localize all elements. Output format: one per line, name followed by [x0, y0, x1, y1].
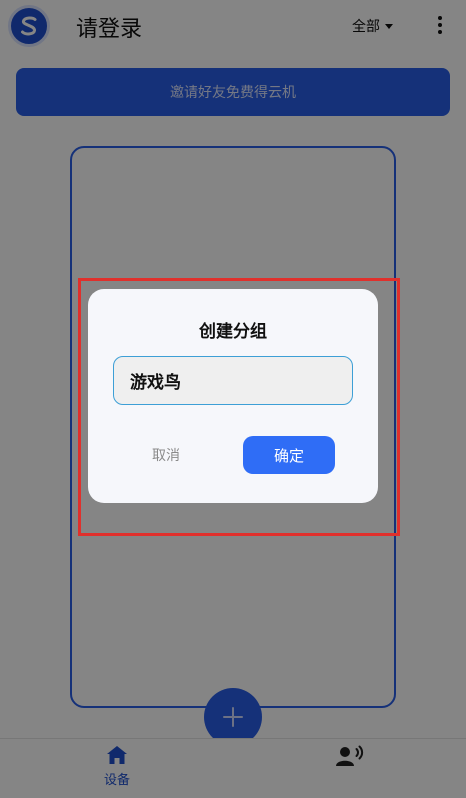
- create-group-dialog: 创建分组 取消 确定: [88, 289, 378, 503]
- cancel-button[interactable]: 取消: [134, 437, 198, 473]
- dialog-title: 创建分组: [199, 322, 267, 342]
- group-name-input[interactable]: [113, 356, 353, 405]
- confirm-button[interactable]: 确定: [243, 436, 335, 474]
